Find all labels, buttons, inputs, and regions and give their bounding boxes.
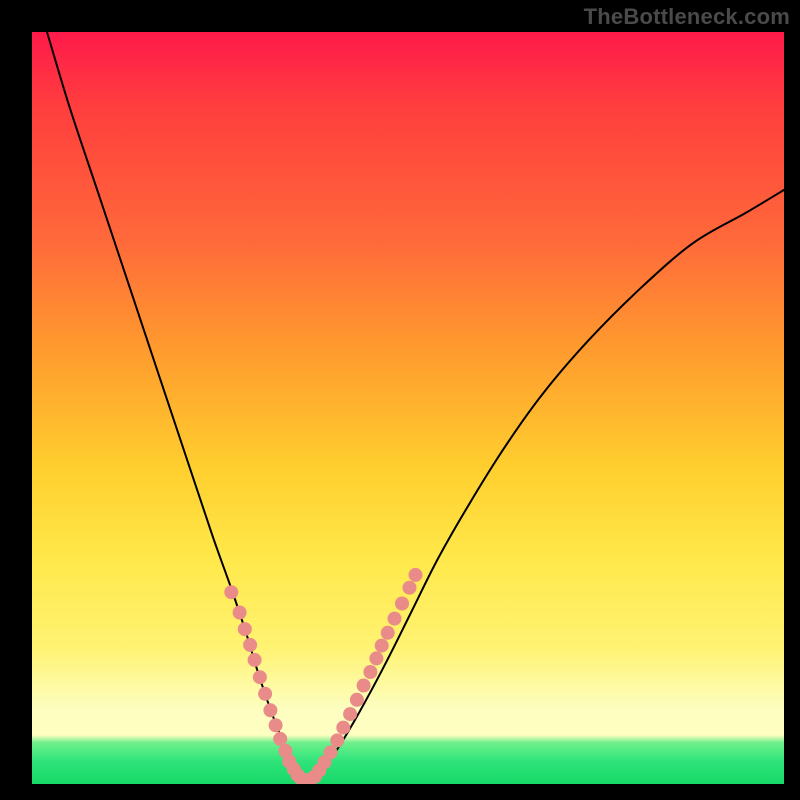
sample-dot <box>224 585 238 599</box>
sample-dots-group <box>224 568 422 784</box>
sample-dot <box>233 606 247 620</box>
sample-dot <box>388 612 402 626</box>
sample-dot <box>263 703 277 717</box>
sample-dot <box>243 638 257 652</box>
sample-dot <box>258 687 272 701</box>
sample-dot <box>343 707 357 721</box>
sample-dot <box>273 732 287 746</box>
sample-dot <box>395 597 409 611</box>
sample-dot <box>381 626 395 640</box>
sample-dot <box>357 679 371 693</box>
chart-frame: TheBottleneck.com <box>0 0 800 800</box>
sample-dot <box>363 665 377 679</box>
sample-dot <box>253 670 267 684</box>
sample-dot <box>330 733 344 747</box>
sample-dot <box>369 651 383 665</box>
sample-dot <box>324 745 338 759</box>
sample-dot <box>248 653 262 667</box>
sample-dot <box>350 693 364 707</box>
sample-dot <box>336 721 350 735</box>
sample-dot <box>269 718 283 732</box>
bottleneck-curve <box>47 32 784 780</box>
sample-dot <box>375 639 389 653</box>
sample-dot <box>403 581 417 595</box>
sample-dot <box>238 622 252 636</box>
plot-area <box>32 32 784 784</box>
watermark-text: TheBottleneck.com <box>584 4 790 30</box>
sample-dot <box>409 568 423 582</box>
chart-overlay-svg <box>32 32 784 784</box>
